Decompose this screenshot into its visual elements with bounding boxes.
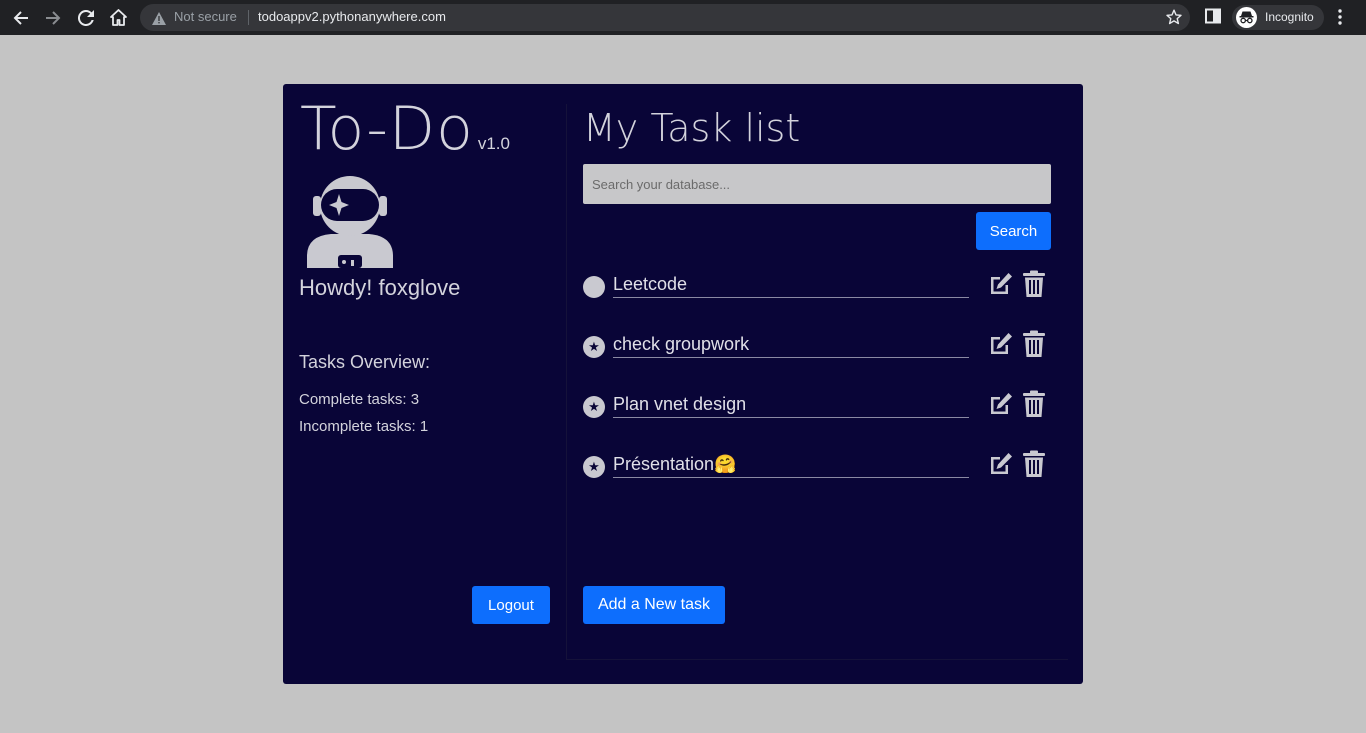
task-row: ★ Présentation🤗 [583,450,1053,490]
reload-icon[interactable] [71,0,101,35]
forward-icon[interactable] [38,0,68,35]
edit-icon[interactable] [988,451,1014,482]
task-row: ★ Plan vnet design [583,390,1053,430]
todo-card: To-Do v1.0 Howdy! foxglove Tasks Overview… [283,84,1083,684]
incognito-label: Incognito [1265,10,1314,24]
task-row: Leetcode [583,270,1053,310]
app-brand: To-Do v1.0 [300,94,510,164]
task-name: Présentation🤗 [613,454,969,478]
search-button[interactable]: Search [976,212,1051,250]
complete-count: Complete tasks: 3 [299,391,420,408]
app-title: To-Do [300,94,474,164]
greeting: Howdy! foxglove [299,275,461,300]
incomplete-count: Incomplete tasks: 1 [299,418,429,435]
trash-icon[interactable] [1022,270,1046,303]
browser-toolbar: Not secure todoappv2.pythonanywhere.com … [0,0,1366,35]
edit-icon[interactable] [988,331,1014,362]
app-version: v1.0 [477,134,510,153]
address-bar[interactable]: Not secure todoappv2.pythonanywhere.com [140,4,1190,31]
url-text[interactable]: todoappv2.pythonanywhere.com [258,9,446,24]
task-name: Leetcode [613,274,969,298]
home-icon[interactable] [103,0,133,35]
more-menu-icon[interactable] [1338,9,1342,29]
panel-title: My Task list [583,106,801,150]
logout-button[interactable]: Logout [472,586,550,624]
trash-icon[interactable] [1022,390,1046,423]
star-icon[interactable]: ★ [583,336,605,358]
search-input[interactable] [583,164,1051,204]
overview-title: Tasks Overview: [299,352,431,372]
edit-icon[interactable] [988,391,1014,422]
trash-icon[interactable] [1022,450,1046,483]
trash-icon[interactable] [1022,330,1046,363]
bookmark-star-icon[interactable] [1166,9,1182,29]
incognito-badge[interactable]: Incognito [1232,5,1324,30]
warning-icon [152,10,166,29]
incognito-icon [1236,7,1257,28]
star-icon[interactable]: ★ [583,396,605,418]
edit-icon[interactable] [988,271,1014,302]
security-label[interactable]: Not secure [174,9,237,24]
task-row: ★ check groupwork [583,330,1053,370]
task-name: check groupwork [613,334,969,358]
divider [248,10,249,25]
star-icon[interactable]: ★ [583,456,605,478]
back-icon[interactable] [6,0,36,35]
status-circle-icon[interactable] [583,276,605,298]
add-task-button[interactable]: Add a New task [583,586,725,624]
side-panel-icon[interactable] [1205,8,1222,29]
astronaut-avatar-icon [305,176,395,273]
task-name: Plan vnet design [613,394,969,418]
